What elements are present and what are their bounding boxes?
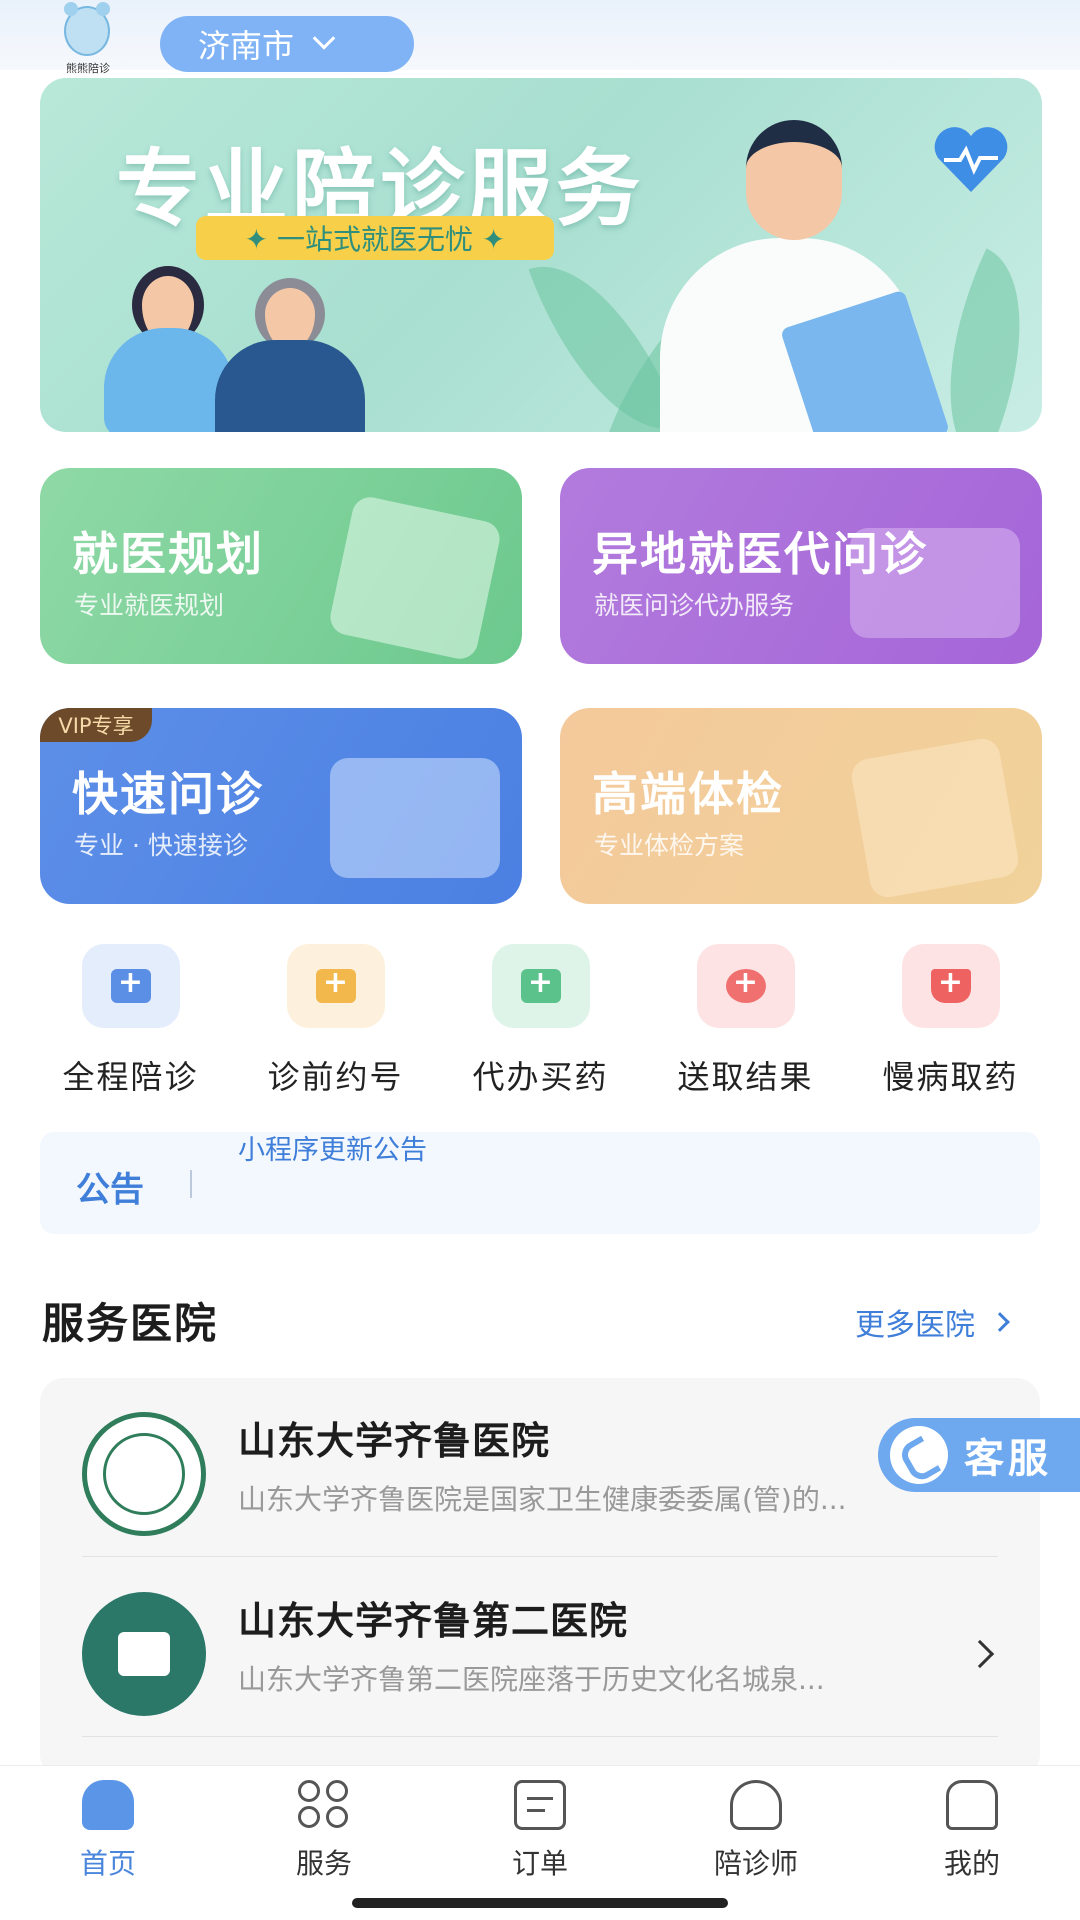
chevron-down-icon	[312, 27, 336, 50]
card-premium-checkup[interactable]: 高端体检 专业体检方案	[560, 708, 1042, 904]
tab-profile[interactable]: 我的	[864, 1766, 1080, 1882]
document-icon	[514, 1780, 566, 1830]
notice-label: 公告	[76, 1170, 144, 1210]
city-selector[interactable]: 济南市	[160, 16, 414, 72]
vip-badge: VIP专享	[40, 708, 152, 742]
divider	[82, 1556, 998, 1557]
chevron-right-icon	[990, 1312, 1010, 1332]
card-medical-planning[interactable]: 就医规划 专业就医规划	[40, 468, 522, 664]
tab-escorts[interactable]: 陪诊师	[648, 1766, 864, 1882]
service-icons: 全程陪诊 诊前约号 代办买药 送取结果 慢病取药	[0, 944, 1080, 1096]
hospital-map-icon	[327, 493, 503, 663]
hospital-name: 山东大学齐鲁医院	[238, 1419, 551, 1463]
tab-orders[interactable]: 订单	[432, 1766, 648, 1882]
tab-home[interactable]: 首页	[0, 1766, 216, 1882]
service-buy-medicine[interactable]: 代办买药	[438, 944, 643, 1098]
card-quick-consultation[interactable]: VIP专享 快速问诊 专业 · 快速接诊	[40, 708, 522, 904]
service-chronic-medicine[interactable]: 慢病取药	[848, 944, 1053, 1098]
bear-logo-icon	[64, 2, 110, 56]
profile-icon	[946, 1780, 998, 1830]
hospital-desc: 山东大学齐鲁医院是国家卫生健康委委属(管)的...	[238, 1483, 847, 1516]
card-subtitle: 专业 · 快速接诊	[74, 831, 248, 860]
more-hospitals-link[interactable]: 更多医院	[855, 1300, 1010, 1344]
card-subtitle: 专业就医规划	[74, 591, 225, 620]
promo-banner[interactable]: 专业陪诊服务 ✦ 一站式就医无忧 ✦	[40, 78, 1042, 432]
banner-subtitle: ✦ 一站式就医无忧 ✦	[196, 216, 554, 260]
card-subtitle: 专业体检方案	[594, 831, 745, 860]
service-appointment[interactable]: 诊前约号	[233, 944, 438, 1098]
hospital-logo-icon	[82, 1412, 206, 1536]
card-subtitle: 就医问诊代办服务	[594, 591, 795, 620]
customer-service-button[interactable]: 客服	[878, 1418, 1080, 1492]
divider	[82, 1736, 998, 1737]
card-title: 快速问诊	[72, 767, 264, 821]
cart-icon	[930, 965, 971, 1003]
hospital-name: 山东大学齐鲁第二医院	[238, 1599, 629, 1643]
app-logo: 熊熊陪诊	[58, 2, 118, 78]
list-item[interactable]: 山东大学齐鲁第二医院 山东大学齐鲁第二医院座落于历史文化名城泉...	[40, 1558, 1040, 1738]
grid-icon	[298, 1780, 350, 1830]
medical-shield-icon	[848, 736, 1022, 900]
heart-icon	[934, 127, 1008, 192]
hospital-logo-icon	[82, 1592, 206, 1716]
medical-kit-icon	[110, 965, 151, 1003]
card-title: 就医规划	[72, 527, 264, 581]
notice-bar[interactable]: 公告 小程序更新公告	[40, 1132, 1040, 1234]
divider	[190, 1170, 192, 1198]
card-title: 异地就医代问诊	[592, 527, 928, 581]
service-full-escort[interactable]: 全程陪诊	[28, 944, 233, 1098]
bottom-tab-bar: 首页 服务 订单 陪诊师 我的	[0, 1765, 1080, 1920]
hospital-desc: 山东大学齐鲁第二医院座落于历史文化名城泉...	[238, 1663, 825, 1696]
calendar-icon	[315, 965, 356, 1003]
chevron-right-icon	[965, 1639, 995, 1669]
city-label: 济南市	[198, 27, 295, 65]
notice-text[interactable]: 小程序更新公告	[238, 1128, 427, 1167]
card-remote-consultation[interactable]: 异地就医代问诊 就医问诊代办服务	[560, 468, 1042, 664]
home-indicator	[352, 1898, 728, 1908]
logo-text: 熊熊陪诊	[66, 62, 110, 75]
home-icon	[82, 1780, 134, 1830]
medicine-bottle-icon	[520, 965, 561, 1003]
service-deliver-results[interactable]: 送取结果	[643, 944, 848, 1098]
nurse-icon	[730, 1780, 782, 1830]
chat-bubble-icon	[725, 965, 766, 1003]
section-title: 服务医院	[42, 1299, 219, 1348]
phone-icon	[890, 1426, 948, 1484]
card-title: 高端体检	[592, 767, 784, 821]
chat-monitor-icon	[330, 758, 500, 878]
tab-services[interactable]: 服务	[216, 1766, 432, 1882]
